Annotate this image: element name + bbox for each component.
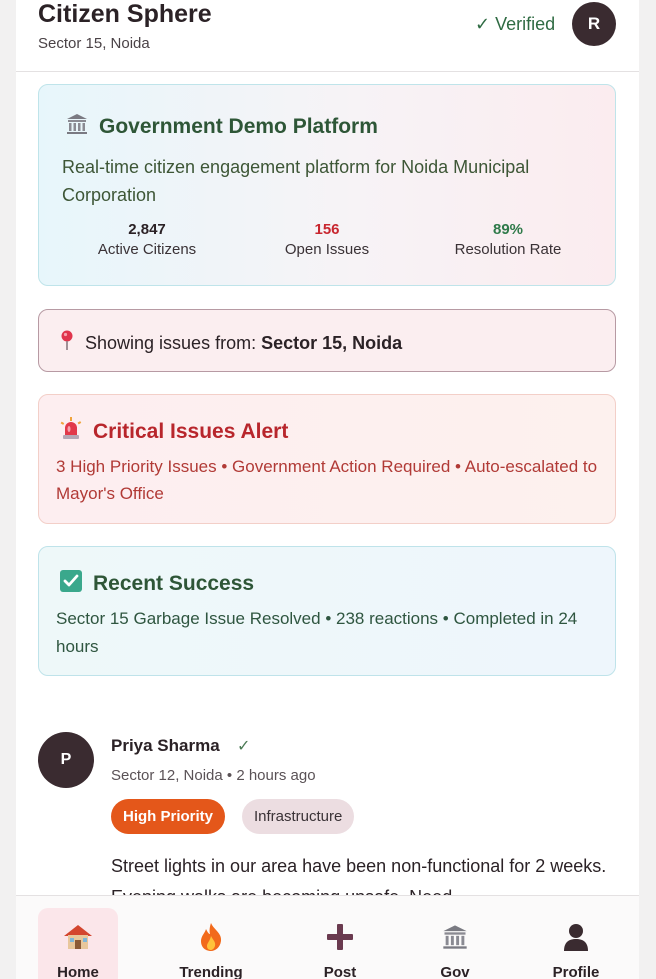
stat-open-issues: 156 Open Issues bbox=[247, 221, 407, 258]
author-verified-icon: ✓ bbox=[237, 738, 251, 755]
alert-title: Critical Issues Alert bbox=[93, 419, 289, 443]
bottom-navigation: Home Trending Post Gov Profile bbox=[16, 895, 639, 979]
nav-home[interactable]: Home bbox=[38, 908, 118, 979]
priority-tag[interactable]: High Priority bbox=[111, 799, 226, 834]
nav-label: Home bbox=[57, 964, 99, 979]
category-tag[interactable]: Infrastructure bbox=[242, 799, 355, 834]
location-filter-prefix: Showing issues from: bbox=[85, 333, 257, 353]
nav-profile[interactable]: Profile bbox=[536, 908, 616, 979]
header-location: Sector 15, Noida bbox=[38, 35, 150, 52]
siren-icon bbox=[59, 417, 83, 446]
stat-resolution-rate: 89% Resolution Rate bbox=[428, 221, 588, 258]
nav-gov[interactable]: Gov bbox=[415, 908, 495, 979]
stat-label: Open Issues bbox=[284, 241, 370, 258]
government-building-icon bbox=[65, 112, 89, 141]
stat-label: Active Citizens bbox=[97, 241, 197, 258]
fire-icon bbox=[196, 922, 226, 952]
stat-label: Resolution Rate bbox=[454, 241, 562, 258]
stat-value: 156 bbox=[314, 221, 340, 238]
user-icon bbox=[561, 922, 591, 952]
user-avatar[interactable]: R bbox=[572, 2, 616, 46]
success-title: Recent Success bbox=[93, 571, 255, 595]
nav-label: Profile bbox=[552, 964, 600, 979]
nav-post[interactable]: Post bbox=[300, 908, 380, 979]
app-container: Citizen Sphere Sector 15, Noida ✓ Verifi… bbox=[16, 0, 639, 979]
nav-trending[interactable]: Trending bbox=[171, 908, 251, 979]
government-card-description: Real-time citizen engagement platform fo… bbox=[62, 157, 530, 205]
post-meta: Sector 12, Noida • 2 hours ago bbox=[111, 767, 316, 784]
app-title: Citizen Sphere bbox=[38, 0, 212, 28]
stat-active-citizens: 2,847 Active Citizens bbox=[67, 221, 227, 258]
verified-badge: ✓ Verified bbox=[475, 14, 556, 34]
critical-issues-alert[interactable]: Critical Issues Alert 3 High Priority Is… bbox=[38, 394, 616, 524]
stat-value: 2,847 bbox=[128, 221, 166, 238]
government-building-icon bbox=[440, 922, 470, 952]
home-icon bbox=[63, 922, 93, 952]
location-filter-value: Sector 15, Noida bbox=[261, 333, 403, 353]
pin-icon bbox=[59, 330, 75, 357]
nav-label: Post bbox=[323, 964, 357, 979]
success-description: Sector 15 Garbage Issue Resolved • 238 r… bbox=[56, 609, 578, 656]
post-author-avatar[interactable]: P bbox=[38, 732, 94, 788]
government-card-title: Government Demo Platform bbox=[99, 114, 378, 138]
post-author-name[interactable]: Priya Sharma bbox=[111, 736, 220, 756]
alert-description: 3 High Priority Issues • Government Acti… bbox=[56, 457, 598, 503]
app-header: Citizen Sphere Sector 15, Noida ✓ Verifi… bbox=[16, 0, 639, 72]
location-filter-banner[interactable]: Showing issues from: Sector 15, Noida bbox=[38, 309, 616, 372]
plus-icon bbox=[325, 922, 355, 952]
checkbox-icon bbox=[59, 569, 83, 598]
government-platform-card: Government Demo Platform Real-time citiz… bbox=[38, 84, 616, 286]
recent-success-card[interactable]: Recent Success Sector 15 Garbage Issue R… bbox=[38, 546, 616, 676]
nav-label: Gov bbox=[440, 964, 470, 979]
stat-value: 89% bbox=[492, 221, 524, 238]
nav-label: Trending bbox=[179, 964, 243, 979]
